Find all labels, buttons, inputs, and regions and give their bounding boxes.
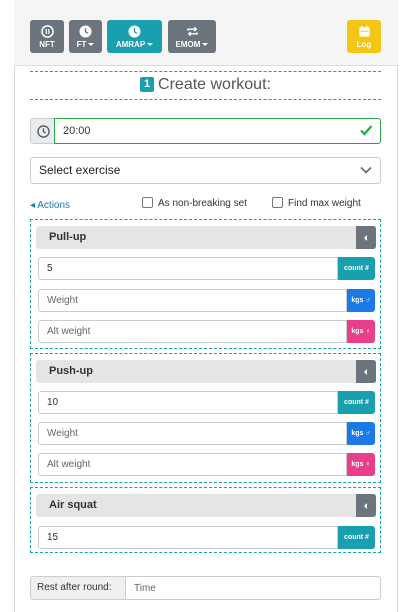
emom-button-label: EMOM [175,40,201,49]
kgs-badge-label: kgs [351,461,364,468]
kgs-badge-label: kgs [351,297,364,304]
timer-addon [30,118,55,144]
exercise-menu-button[interactable] [356,494,376,517]
male-kgs-badge: kgs ♂ [347,422,375,445]
female-kgs-badge: kgs ♀ [347,453,375,476]
exercise-card: Push-up count # kgs ♂ kgs ♀ [30,353,381,483]
count-badge: count # [338,526,375,549]
actions-toggle[interactable]: ◂ Actions [30,200,70,211]
alt-weight-field: kgs ♀ [38,320,375,343]
alt-weight-field: kgs ♀ [38,453,375,476]
weight-input[interactable] [38,289,347,312]
kgs-badge-label: kgs [351,328,364,335]
rest-label: Rest after round: [30,576,126,600]
divider [30,99,381,100]
count-input[interactable] [38,257,338,280]
emom-button[interactable]: EMOM [168,20,216,53]
caret-left-icon [364,369,367,375]
checkbox-box[interactable] [142,197,153,208]
clock-icon [79,25,92,38]
count-field: count # [38,391,375,414]
count-input[interactable] [38,526,338,549]
caret-left-icon [364,235,367,241]
alt-weight-input[interactable] [38,453,347,476]
exercise-select[interactable]: Select exercise [30,157,381,184]
count-badge: count # [338,391,375,414]
ft-button-label: FT [76,40,87,49]
caret-left-icon [364,503,367,509]
alt-weight-input[interactable] [38,320,347,343]
exercise-name: Pull-up [36,226,376,249]
amrap-button-label: AMRAP [115,40,146,49]
weight-field: kgs ♂ [38,422,375,445]
non-breaking-set-checkbox[interactable]: As non-breaking set [142,197,247,209]
non-breaking-set-label: As non-breaking set [158,198,247,209]
checkbox-box[interactable] [272,197,283,208]
exercise-name: Air squat [36,494,376,517]
female-icon: ♀ [365,328,371,335]
clock-icon [37,125,50,138]
repeat-icon [186,26,198,37]
male-icon: ♂ [365,297,371,304]
exercise-card: Air squat count # [30,487,381,553]
check-icon [360,125,373,136]
caret-down-icon [147,43,154,47]
exercise-card: Pull-up count # kgs ♂ kgs ♀ [30,219,381,349]
count-field: count # [38,257,375,280]
nft-button[interactable]: NFT [30,20,64,53]
count-field: count # [38,526,375,549]
rest-after-round: Rest after round: [30,576,381,600]
clock-icon [128,25,141,38]
exercise-select-value: Select exercise [39,163,121,177]
caret-down-icon [88,43,95,47]
time-cap-group [30,118,381,144]
actions-label: Actions [37,200,71,211]
exercise-menu-button[interactable] [356,226,376,249]
male-icon: ♂ [365,430,371,437]
find-max-weight-checkbox[interactable]: Find max weight [272,197,361,209]
time-cap-input[interactable] [54,118,381,144]
ft-button[interactable]: FT [69,20,102,53]
female-kgs-badge: kgs ♀ [347,320,375,343]
step-badge: 1 [140,77,155,92]
exercise-name: Push-up [36,360,376,383]
caret-left-icon: ◂ [30,200,36,211]
divider [30,71,381,72]
exercise-menu-button[interactable] [356,360,376,383]
log-button-label: Log [356,40,372,49]
kgs-badge-label: kgs [351,430,364,437]
rest-time-input[interactable] [125,576,381,600]
weight-input[interactable] [38,422,347,445]
page-title: 1 Create workout: [0,76,411,94]
log-button[interactable]: Log [347,20,381,53]
count-badge: count # [338,257,375,280]
pause-circle-icon [40,25,54,38]
chevron-down-icon [360,166,372,174]
count-input[interactable] [38,391,338,414]
amrap-button[interactable]: AMRAP [107,20,162,53]
weight-field: kgs ♂ [38,289,375,312]
page-title-text: Create workout: [158,76,271,93]
nft-button-label: NFT [39,40,55,49]
find-max-weight-label: Find max weight [288,198,361,209]
workout-type-toolbar: NFT FT AMRAP EMOM Log [14,0,398,66]
caret-down-icon [202,43,209,47]
female-icon: ♀ [365,461,371,468]
calendar-icon [358,25,370,37]
male-kgs-badge: kgs ♂ [347,289,375,312]
